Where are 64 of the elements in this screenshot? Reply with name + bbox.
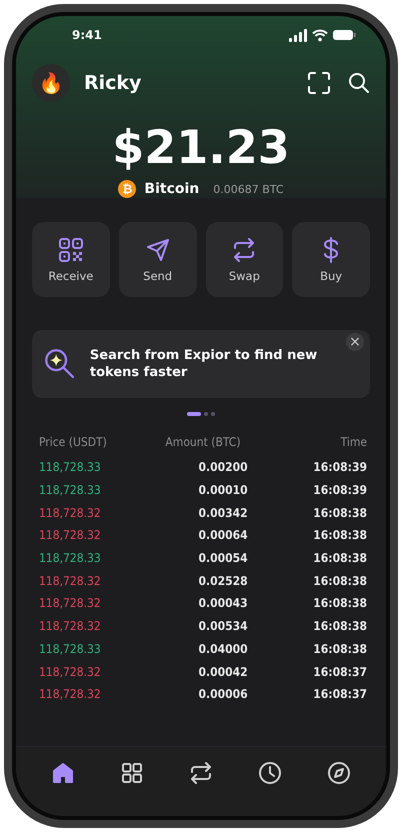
close-button[interactable]: ×: [346, 333, 364, 351]
amount-cell-text: 0.00064: [197, 528, 249, 542]
amount-cell-text: 0.00534: [197, 619, 249, 634]
time-cell-text: 16:08:38: [312, 506, 367, 520]
page-dot[interactable]: [204, 412, 208, 416]
send-icon: [144, 236, 171, 262]
price-cell-text: 118,728.32: [39, 574, 102, 588]
time-cell-text: 16:08:38: [312, 574, 367, 588]
status-time: 9:41: [72, 28, 102, 42]
action-button[interactable]: Buy: [292, 222, 370, 297]
home-icon[interactable]: [50, 761, 75, 785]
action-button[interactable]: Swap: [206, 222, 284, 297]
signal-icon: [289, 28, 307, 42]
balance-amount: $21.23: [111, 120, 291, 174]
battery-icon: [333, 30, 356, 40]
price-cell-text: 118,728.32: [39, 528, 102, 542]
wifi-icon: [312, 28, 328, 42]
amount-cell-text: 0.00054: [197, 551, 249, 566]
compass-icon[interactable]: [327, 761, 352, 785]
action-button[interactable]: Send: [118, 222, 196, 297]
time-cell-text: 16:08:38: [312, 642, 367, 656]
price-cell-text: 118,728.33: [39, 551, 102, 566]
coin-holding: 0.00687 BTC: [213, 182, 284, 196]
price-cell-text: 118,728.32: [39, 687, 102, 702]
price-cell-text: 118,728.32: [39, 664, 102, 679]
price-cell-text: 118,728.33: [39, 642, 102, 656]
price-cell-text: 118,728.33: [39, 483, 102, 498]
price-cell-text: 118,728.33: [39, 460, 102, 474]
promo-banner[interactable]: Search from Expior to find new tokens faster ×: [32, 330, 370, 398]
qr-code-icon: [58, 236, 84, 262]
clock-icon[interactable]: [258, 761, 282, 785]
time-cell-text: 16:08:38: [312, 596, 367, 610]
column-header: Price (USDT): [39, 434, 108, 448]
swap-icon[interactable]: [188, 761, 213, 785]
price-cell-text: 118,728.32: [39, 596, 102, 610]
column-header: Time: [340, 434, 367, 448]
bitcoin-icon: ₿: [118, 180, 136, 198]
time-cell-text: 16:08:37: [312, 664, 367, 679]
amount-cell-text: 0.00043: [197, 596, 249, 610]
amount-cell-text: 0.00042: [197, 664, 249, 679]
user-name: Ricky: [84, 72, 142, 94]
coin-name: Bitcoin: [144, 181, 200, 197]
amount-cell-text: 0.00342: [197, 506, 249, 520]
price-cell-text: 118,728.32: [39, 506, 102, 520]
search-icon[interactable]: [348, 72, 370, 94]
action-button[interactable]: Receive: [32, 222, 110, 297]
banner-text: Search from Expior to find new tokens faster: [90, 347, 318, 381]
page-dot[interactable]: [211, 412, 215, 416]
time-cell-text: 16:08:37: [312, 687, 367, 702]
time-cell-text: 16:08:38: [312, 528, 367, 542]
time-cell-text: 16:08:39: [312, 460, 367, 474]
amount-cell-text: 0.02528: [197, 574, 249, 588]
avatar[interactable]: 🔥: [32, 64, 70, 102]
amount-cell-text: 0.04000: [197, 642, 249, 656]
grid-icon[interactable]: [120, 761, 144, 785]
scan-icon[interactable]: [308, 72, 330, 94]
time-cell-text: 16:08:39: [312, 483, 367, 498]
time-cell-text: 16:08:38: [312, 619, 367, 634]
amount-cell-text: 0.00006: [197, 687, 249, 702]
amount-cell-text: 0.00200: [197, 460, 249, 474]
price-cell-text: 118,728.32: [39, 619, 102, 634]
amount-cell-text: 0.00010: [197, 483, 249, 498]
column-header: Amount (BTC): [164, 434, 242, 448]
time-cell-text: 16:08:38: [312, 551, 367, 566]
